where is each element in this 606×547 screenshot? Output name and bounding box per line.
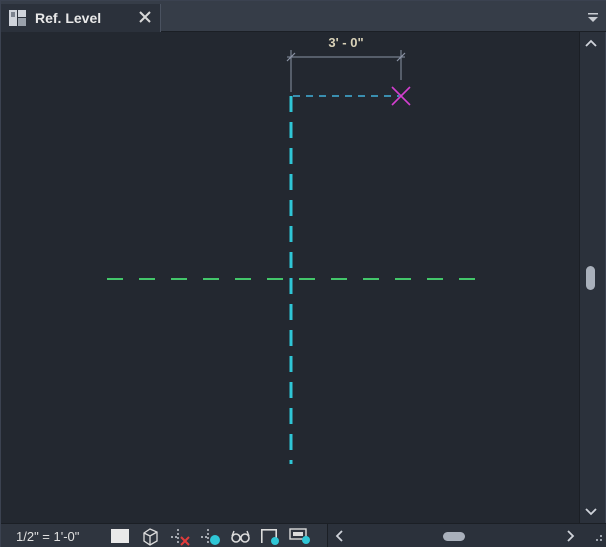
drawing-svg: 3' - 0" (107, 35, 479, 464)
view-scale[interactable]: 1/2" = 1'-0" (16, 529, 102, 544)
vertical-scrollbar[interactable] (579, 32, 601, 523)
view-control-bar: 1/2" = 1'-0" (1, 523, 606, 547)
detail-level-icon[interactable] (108, 525, 132, 547)
vertical-scroll-thumb[interactable] (586, 266, 595, 290)
show-constraints-glasses-icon[interactable] (228, 525, 252, 547)
crop-region-icon[interactable] (258, 525, 282, 547)
drawing-canvas[interactable]: 3' - 0" (1, 32, 579, 523)
horizontal-scrollbar[interactable] (327, 524, 606, 547)
temporary-hide-isolate-icon[interactable] (168, 525, 192, 547)
reveal-hidden-elements-icon[interactable] (198, 525, 222, 547)
chevron-left-icon[interactable] (332, 528, 348, 544)
chevron-down-icon[interactable] (583, 503, 599, 519)
dropdown-menu-icon[interactable] (585, 9, 601, 25)
highlight-displacement-icon[interactable] (288, 525, 312, 547)
endpoint-marker-icon (391, 86, 411, 106)
resize-grip-icon[interactable] (591, 532, 603, 544)
chevron-right-icon[interactable] (562, 528, 578, 544)
floor-plan-view-icon (7, 9, 29, 27)
chevron-up-icon[interactable] (583, 36, 599, 52)
view-tab-strip: Ref. Level (1, 1, 606, 32)
visual-style-cube-icon[interactable] (138, 525, 162, 547)
view-window: Ref. Level 3' - 0" 1/2" = 1'-0" (0, 0, 606, 547)
tab-title: Ref. Level (35, 10, 102, 26)
dimension-value[interactable]: 3' - 0" (328, 35, 363, 50)
tab-ref-level[interactable]: Ref. Level (1, 4, 161, 32)
close-icon[interactable] (136, 8, 154, 26)
horizontal-scroll-thumb[interactable] (443, 532, 465, 541)
